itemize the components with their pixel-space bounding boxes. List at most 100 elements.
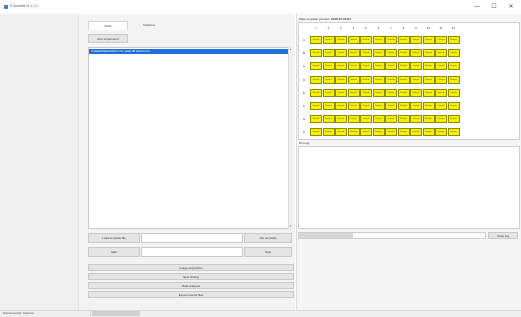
clear-log-button[interactable]: Clear log	[488, 232, 518, 239]
plate-well[interactable]: Sample	[447, 75, 460, 84]
plate-well[interactable]: Sample	[347, 88, 360, 97]
plate-well[interactable]: Sample	[372, 49, 385, 58]
list-item-selected[interactable]: C:\Data\Plate\2016-07-04 \ plate 96 well…	[89, 49, 288, 54]
load-template-button[interactable]: Load template file	[88, 233, 140, 243]
minimize-icon[interactable]: —	[469, 2, 485, 12]
plate-well[interactable]: Sample	[410, 115, 422, 124]
plate-well[interactable]: Sample	[397, 49, 410, 58]
plate-well[interactable]: Sample	[335, 62, 347, 71]
plate-well[interactable]: Sample	[385, 88, 397, 97]
plate-well[interactable]: Sample	[385, 115, 397, 124]
plate-well[interactable]: Sample	[372, 88, 385, 97]
plate-well[interactable]: Sample	[347, 49, 360, 58]
scroll-up-icon[interactable]: ▴	[289, 48, 292, 51]
scroll-down-icon[interactable]: ▾	[289, 225, 292, 228]
plate-well[interactable]: Sample	[435, 128, 447, 137]
plate-well[interactable]: Sample	[310, 102, 322, 110]
plate-well[interactable]: Sample	[372, 115, 385, 124]
plate-well[interactable]: Sample	[410, 36, 422, 44]
plate-well[interactable]: Sample	[322, 102, 335, 110]
plate-well[interactable]: Sample	[422, 36, 435, 44]
plate-well[interactable]: Sample	[335, 36, 347, 44]
plate-well[interactable]: Sample	[410, 62, 422, 71]
plate-well[interactable]: Sample	[360, 36, 372, 44]
plate-well[interactable]: Sample	[322, 36, 335, 44]
plate-well[interactable]: Sample	[385, 102, 397, 110]
plate-well[interactable]: Sample	[397, 88, 410, 97]
plate-well[interactable]: Sample	[310, 36, 322, 44]
plate-well[interactable]: Sample	[410, 75, 422, 84]
plate-well[interactable]: Sample	[347, 62, 360, 71]
plate-well[interactable]: Sample	[310, 115, 322, 124]
plate-well[interactable]: Sample	[435, 102, 447, 110]
plate-well[interactable]: Sample	[347, 102, 360, 110]
plate-well[interactable]: Sample	[347, 75, 360, 84]
plate-well[interactable]: Sample	[447, 88, 460, 97]
plate-well[interactable]: Sample	[360, 115, 372, 124]
plate-well[interactable]: Sample	[397, 75, 410, 84]
tab-wells[interactable]: Wells	[88, 21, 128, 30]
plate-well[interactable]: Sample	[410, 102, 422, 110]
plate-well[interactable]: Sample	[447, 36, 460, 44]
stop-button[interactable]: Stop	[244, 247, 292, 257]
plate-well[interactable]: Sample	[435, 62, 447, 71]
plate-well[interactable]: Sample	[422, 62, 435, 71]
plate-well[interactable]: Sample	[410, 49, 422, 58]
plate-well[interactable]: Sample	[310, 88, 322, 97]
plate-well[interactable]: Sample	[310, 128, 322, 137]
plate-well[interactable]: Sample	[322, 49, 335, 58]
plate-well[interactable]: Sample	[322, 62, 335, 71]
status-field[interactable]	[141, 247, 243, 257]
plate-well[interactable]: Sample	[347, 115, 360, 124]
plate-well[interactable]: Sample	[447, 49, 460, 58]
start-button[interactable]: Start	[88, 247, 140, 257]
plate-well[interactable]: Sample	[322, 75, 335, 84]
plate-well[interactable]: Sample	[335, 115, 347, 124]
plate-well[interactable]: Sample	[397, 128, 410, 137]
plate-well[interactable]: Sample	[422, 128, 435, 137]
plate-well[interactable]: Sample	[372, 102, 385, 110]
plate-well[interactable]: Sample	[310, 75, 322, 84]
plate-well[interactable]: Sample	[360, 75, 372, 84]
plate-well[interactable]: Sample	[397, 102, 410, 110]
run-experiment-button[interactable]: Run experiment	[88, 34, 128, 43]
plate-well[interactable]: Sample	[360, 62, 372, 71]
plate-well[interactable]: Sample	[447, 62, 460, 71]
plate-well[interactable]: Sample	[447, 128, 460, 137]
plate-well[interactable]: Sample	[372, 128, 385, 137]
plate-well[interactable]: Sample	[335, 102, 347, 110]
plate-well[interactable]: Sample	[397, 115, 410, 124]
plate-well[interactable]: Sample	[347, 36, 360, 44]
plate-well[interactable]: Sample	[310, 49, 322, 58]
plate-well[interactable]: Sample	[335, 49, 347, 58]
plate-well[interactable]: Sample	[435, 115, 447, 124]
plate-well[interactable]: Sample	[360, 102, 372, 110]
spot-finding-button[interactable]: Spot finding	[88, 273, 294, 280]
plate-well[interactable]: Sample	[322, 128, 335, 137]
plate-well[interactable]: Sample	[410, 88, 422, 97]
export-results-button[interactable]: Export results files	[88, 291, 294, 298]
list-scrollbar[interactable]	[288, 47, 293, 229]
plate-well[interactable]: Sample	[372, 36, 385, 44]
plate-well[interactable]: Sample	[385, 62, 397, 71]
plate-well[interactable]: Sample	[385, 75, 397, 84]
plate-well[interactable]: Sample	[435, 88, 447, 97]
plate-well[interactable]: Sample	[372, 62, 385, 71]
file-list[interactable]	[88, 47, 290, 229]
plate-well[interactable]: Sample	[447, 115, 460, 124]
plate-well[interactable]: Sample	[322, 88, 335, 97]
plate-well[interactable]: Sample	[322, 115, 335, 124]
plate-well[interactable]: Sample	[360, 49, 372, 58]
plate-well[interactable]: Sample	[385, 36, 397, 44]
plate-well[interactable]: Sample	[422, 49, 435, 58]
plate-well[interactable]: Sample	[397, 36, 410, 44]
template-path-field[interactable]	[141, 233, 243, 243]
plate-well[interactable]: Sample	[422, 115, 435, 124]
plate-well[interactable]: Sample	[435, 36, 447, 44]
plate-well[interactable]: Sample	[422, 88, 435, 97]
plate-well[interactable]: Sample	[335, 128, 347, 137]
plate-well[interactable]: Sample	[347, 128, 360, 137]
tab-statistics[interactable]: Statistics	[130, 21, 168, 30]
plate-well[interactable]: Sample	[335, 88, 347, 97]
set-template-button[interactable]: Set template	[244, 233, 292, 243]
